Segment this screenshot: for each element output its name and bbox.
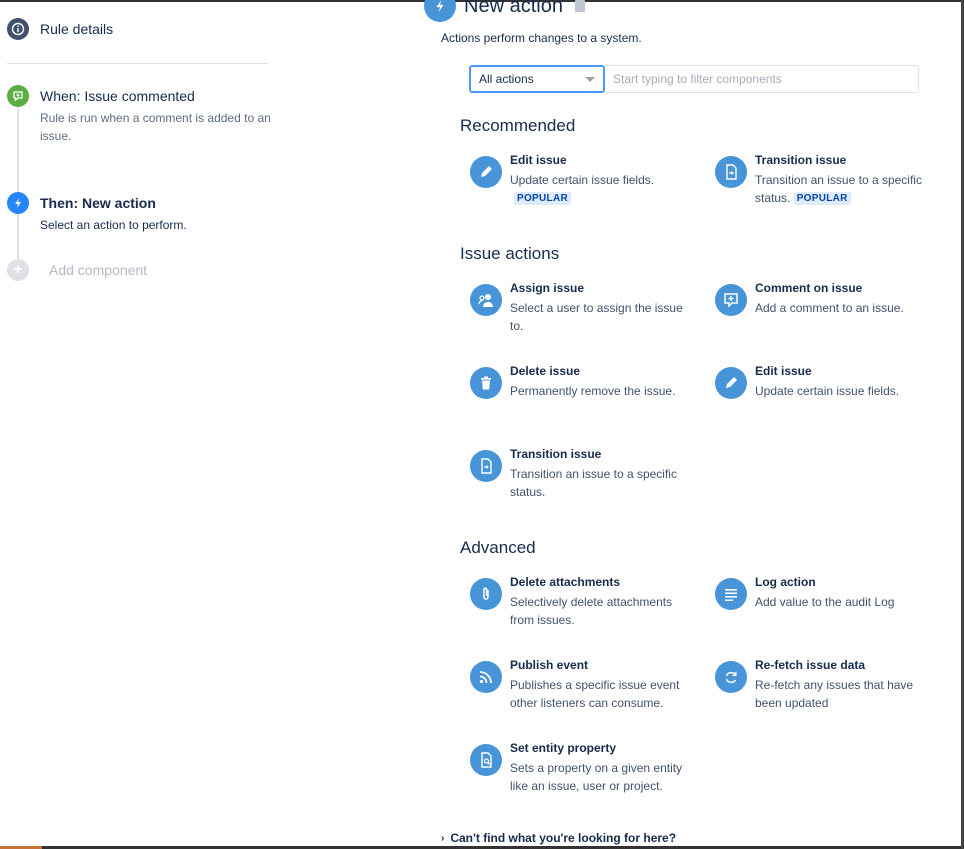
- card-description-text: Update certain issue fields.: [510, 173, 655, 187]
- card-title: Log action: [755, 575, 816, 589]
- card-title: Delete issue: [510, 364, 581, 378]
- cant-find-label: Can't find what you're looking for here?: [450, 831, 677, 845]
- card-description: Selectively delete attachments from issu…: [510, 595, 673, 627]
- popular-badge: POPULAR: [793, 192, 851, 205]
- card-description: Add value to the audit Log: [755, 595, 895, 609]
- action-category-value: All actions: [479, 72, 534, 86]
- refresh-icon: [715, 661, 747, 693]
- flow-connector: [17, 213, 19, 259]
- action-category-select[interactable]: All actions: [469, 65, 605, 93]
- rss-icon: [470, 661, 502, 693]
- action-title: Then: New action: [40, 195, 156, 211]
- chevron-down-icon: [585, 77, 595, 82]
- card-title: Publish event: [510, 658, 589, 672]
- trigger-title: When: Issue commented: [40, 88, 195, 104]
- section-title-issue-actions: Issue actions: [460, 244, 560, 263]
- transition-icon: [715, 156, 747, 188]
- section-title-advanced: Advanced: [460, 538, 536, 557]
- card-description: Select a user to assign the issue to.: [510, 301, 683, 333]
- card-title: Transition issue: [755, 153, 847, 167]
- rule-details-item[interactable]: Rule details: [7, 18, 113, 40]
- plus-icon: +: [7, 259, 29, 281]
- lightning-icon: [7, 192, 29, 214]
- rule-sidebar: Rule details When: Issue commented Rule …: [0, 0, 280, 849]
- transition-icon: [470, 450, 502, 482]
- paperclip-icon: [470, 578, 502, 610]
- comment-icon: [715, 284, 747, 316]
- card-description: Update certain issue fields.: [755, 384, 900, 398]
- pencil-icon: [715, 367, 747, 399]
- card-title: Set entity property: [510, 741, 617, 755]
- section-title-recommended: Recommended: [460, 116, 576, 135]
- card-description: Sets a property on a given entity like a…: [510, 761, 683, 793]
- trigger-description: Rule is run when a comment is added to a…: [40, 111, 271, 143]
- trash-icon: [470, 367, 502, 399]
- add-component-label: Add component: [49, 262, 148, 278]
- rule-details-label: Rule details: [40, 21, 114, 37]
- card-description: Transition an issue to a specific status…: [755, 171, 943, 207]
- card-title: Edit issue: [755, 364, 812, 378]
- page-title: New action: [464, 0, 563, 17]
- card-description: Add a comment to an issue.: [755, 301, 904, 315]
- card-title: Transition issue: [510, 447, 602, 461]
- component-filter-input[interactable]: [605, 65, 919, 93]
- card-description: Permanently remove the issue.: [510, 384, 676, 398]
- card-description: Update certain issue fields. POPULAR: [510, 171, 698, 207]
- card-description: Publishes a specific issue event other l…: [510, 678, 680, 710]
- card-title: Re-fetch issue data: [755, 658, 866, 672]
- card-title: Comment on issue: [755, 281, 863, 295]
- action-description: Select an action to perform.: [40, 218, 187, 232]
- sidebar-divider: [7, 63, 269, 64]
- panel-header: New action: [424, 0, 585, 22]
- info-icon: [7, 18, 29, 40]
- entity-property-icon: [470, 744, 502, 776]
- intro-text: Actions perform changes to a system.: [441, 31, 642, 45]
- card-description: Re-fetch any issues that have been updat…: [755, 678, 914, 710]
- card-description: Transition an issue to a specific status…: [510, 467, 677, 499]
- comment-trigger-icon: [7, 85, 29, 107]
- add-component-button[interactable]: + Add component: [7, 259, 147, 281]
- popular-badge: POPULAR: [514, 192, 571, 205]
- card-title: Assign issue: [510, 281, 585, 295]
- flow-connector: [17, 107, 19, 193]
- card-title: Edit issue: [510, 153, 567, 167]
- cant-find-expander[interactable]: › Can't find what you're looking for her…: [441, 831, 676, 845]
- new-action-panel: New action Actions perform changes to a …: [424, 0, 961, 849]
- pencil-icon: [470, 156, 502, 188]
- assign-user-icon: [470, 284, 502, 316]
- lightning-icon: [424, 0, 456, 22]
- log-icon: [715, 578, 747, 610]
- delete-action-icon[interactable]: [574, 0, 585, 12]
- chevron-right-icon: ›: [441, 832, 445, 844]
- card-title: Delete attachments: [510, 575, 621, 589]
